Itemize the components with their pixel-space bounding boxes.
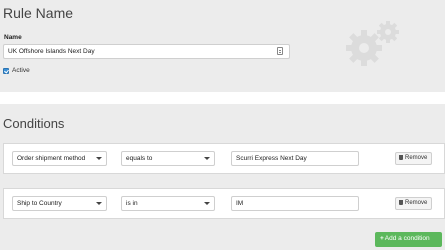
remove-label: Remove <box>405 155 428 161</box>
add-condition-button[interactable]: +Add a condition <box>375 232 442 247</box>
condition-row: Order shipment method equals to Scurri E… <box>3 143 445 174</box>
trash-icon <box>399 200 403 205</box>
trash-icon <box>399 155 403 160</box>
conditions-title: Conditions <box>3 116 65 131</box>
condition-field-value: Ship to Country <box>17 200 62 207</box>
remove-label: Remove <box>405 200 428 206</box>
chevron-down-icon <box>204 202 210 205</box>
rule-title: Rule Name <box>3 5 74 21</box>
condition-value-input[interactable]: Scurri Express Next Day <box>231 151 359 166</box>
chevron-down-icon <box>204 157 210 160</box>
contact-card-icon[interactable] <box>277 47 283 55</box>
condition-operator-select[interactable]: equals to <box>121 151 215 166</box>
chevron-down-icon <box>96 202 102 205</box>
add-condition-label: Add a condition <box>384 235 430 242</box>
plus-icon: + <box>380 235 384 242</box>
condition-field-select[interactable]: Order shipment method <box>12 151 107 166</box>
rule-name-input[interactable]: UK Offshore Islands Next Day <box>3 44 290 59</box>
condition-row: Ship to Country is in IM Remove <box>3 188 445 219</box>
condition-operator-value: is in <box>126 200 138 207</box>
condition-operator-value: equals to <box>126 155 153 162</box>
chevron-down-icon <box>96 157 102 160</box>
active-checkbox[interactable] <box>3 68 9 74</box>
condition-value-input[interactable]: IM <box>231 196 359 211</box>
condition-field-select[interactable]: Ship to Country <box>12 196 107 211</box>
condition-field-value: Order shipment method <box>17 155 86 162</box>
remove-condition-button[interactable]: Remove <box>395 197 432 210</box>
active-label: Active <box>12 67 30 74</box>
remove-condition-button[interactable]: Remove <box>395 152 432 165</box>
gears-icon <box>346 21 399 66</box>
section-divider <box>0 92 445 104</box>
name-label: Name <box>4 34 22 41</box>
condition-operator-select[interactable]: is in <box>121 196 215 211</box>
